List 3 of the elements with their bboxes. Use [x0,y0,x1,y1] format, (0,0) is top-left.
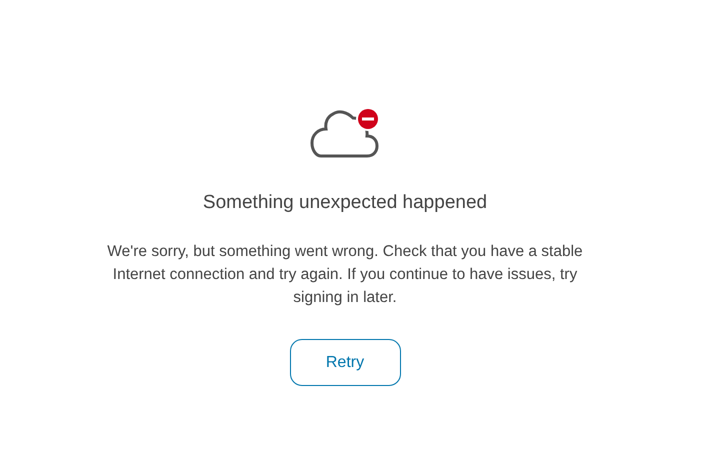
error-message: We're sorry, but something went wrong. Check that you have a stable Internet connection and try again. If you continue to have issues, try signing in later. [106,242,584,308]
retry-button[interactable]: Retry [290,339,400,386]
error-title: Something unexpected happened [202,192,488,214]
